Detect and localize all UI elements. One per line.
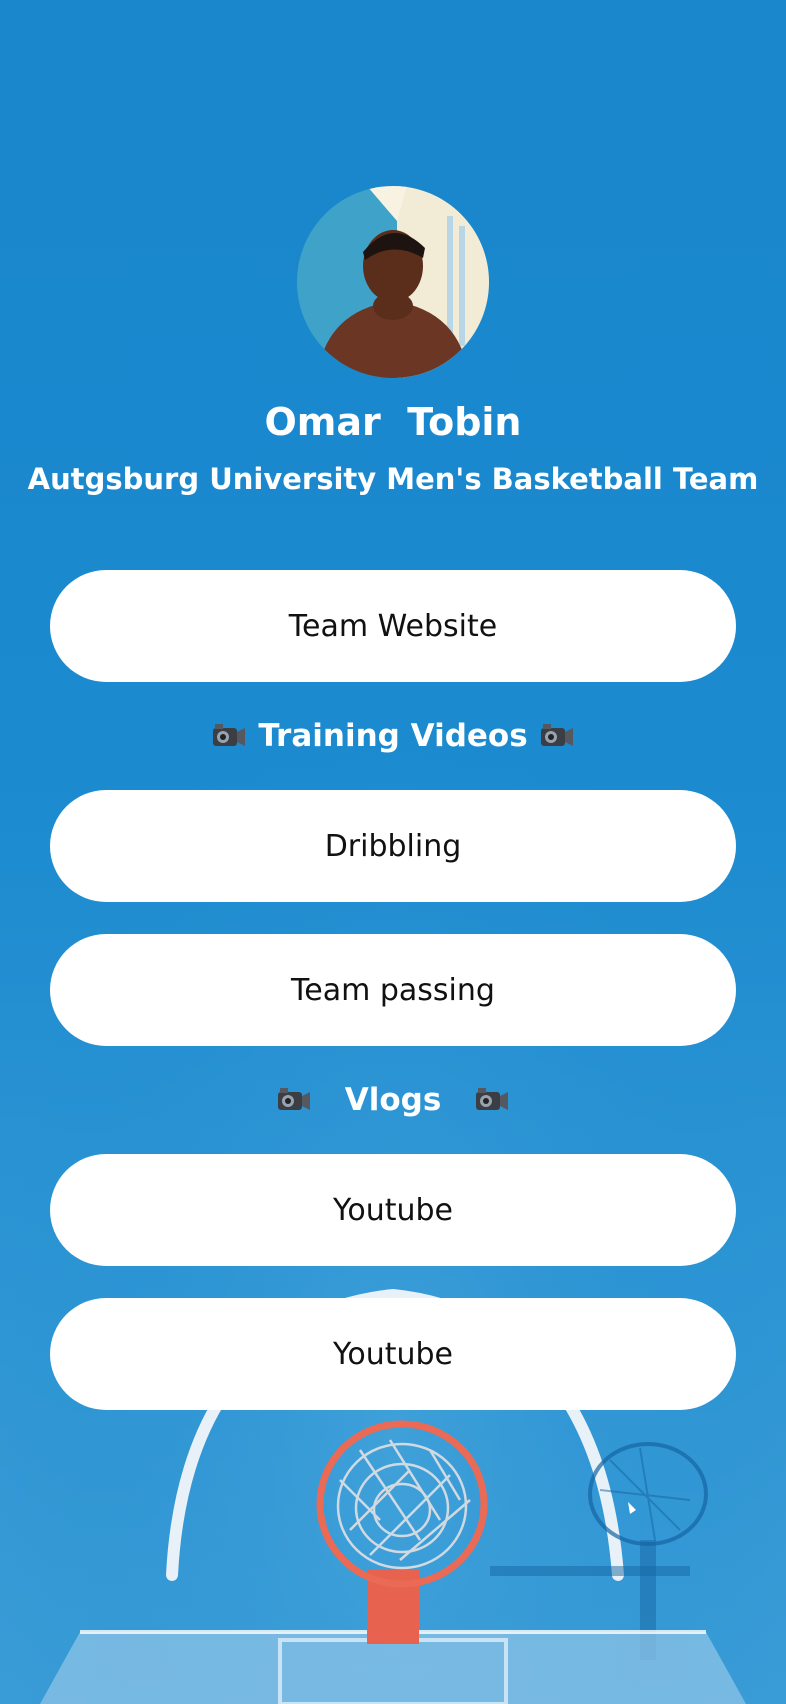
youtube-button-2[interactable]: Youtube [50,1298,736,1410]
profile-avatar [297,186,489,378]
video-camera-icon [540,724,573,746]
youtube-button-1[interactable]: Youtube [50,1154,736,1266]
video-camera-icon [213,724,246,746]
team-website-button[interactable]: Team Website [50,570,736,682]
team-website-label: Team Website [288,608,498,644]
profile-name: Omar Tobin [264,400,522,444]
team-passing-label: Team passing [291,972,495,1008]
dribbling-button[interactable]: Dribbling [50,790,736,902]
training-videos-title: Training Videos [258,718,528,754]
link-in-bio-page: Omar Tobin Autgsburg University Men's Ba… [0,0,786,1704]
dribbling-label: Dribbling [324,828,462,864]
vlogs-title: Vlogs [344,1082,442,1118]
youtube-label-1: Youtube [333,1192,453,1228]
video-camera-icon [476,1088,509,1110]
video-camera-icon [277,1088,310,1110]
training-videos-header: Training Videos [0,714,786,758]
youtube-label-2: Youtube [333,1336,453,1372]
team-passing-button[interactable]: Team passing [50,934,736,1046]
vlogs-header: Vlogs [0,1078,786,1122]
profile-subtitle: Autgsburg University Men's Basketball Te… [27,462,759,496]
